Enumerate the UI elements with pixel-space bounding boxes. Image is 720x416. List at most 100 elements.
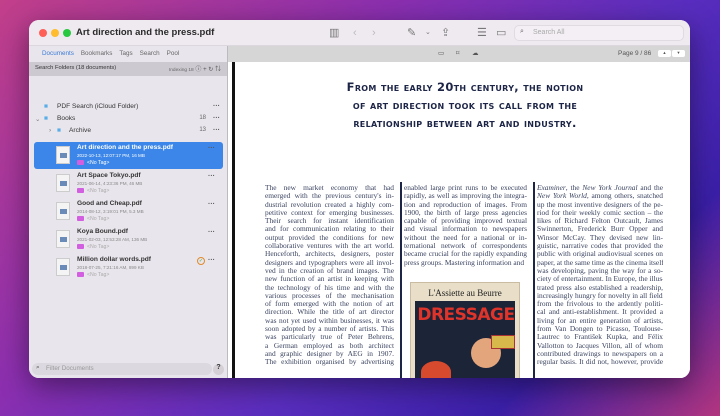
- text-line: up the most inventive designers of the p…: [537, 200, 663, 209]
- text-line: contributed drawings to newspapers on a: [537, 349, 663, 358]
- text-line: rapidly, as well as improving the integr…: [404, 192, 527, 201]
- close-button[interactable]: [39, 29, 47, 37]
- more-icon[interactable]: ···: [213, 115, 220, 122]
- text-column-2: enabled large print runs to be executed r…: [404, 184, 527, 267]
- more-icon[interactable]: ···: [208, 145, 215, 152]
- text-line: soon adopted by a number of artists. Thi…: [265, 325, 394, 334]
- sidebar-tabs: Documents Bookmarks Tags Search Pool: [29, 46, 227, 62]
- tab-pool[interactable]: Pool: [167, 50, 180, 62]
- folder-icon: ■: [57, 127, 61, 134]
- tag-icon: [77, 216, 84, 222]
- text-column-1: The new market economy that had emerged w…: [265, 184, 394, 367]
- text-line: increasingly hungry for novelty in all f…: [537, 291, 663, 300]
- text-line: guistic, narrative codes that provided t…: [537, 242, 663, 251]
- search-folders-bar: Search Folders (18 documents) Indexing 1…: [29, 62, 227, 76]
- document-list-item[interactable]: Good and Cheap.pdf 2014-08-12, 3:19:01 P…: [34, 198, 223, 225]
- text-line: was developing, paving the way for a so-: [537, 266, 663, 275]
- text-line: The new market economy that had: [265, 184, 394, 192]
- tree-item-label: Archive: [69, 127, 91, 134]
- page-indicator: Page 9 / 86: [618, 50, 652, 57]
- text-line: collaborative ventures with the art worl…: [265, 242, 394, 251]
- text-line: Examiner, the New York Journal and the: [537, 184, 663, 192]
- folder-icon[interactable]: ▭: [438, 49, 444, 57]
- text-line: from Van Dongen to Picasso, Toulouse-: [537, 325, 663, 334]
- zoom-button[interactable]: [63, 29, 71, 37]
- text-line: and graphic designer by AEG in 1907.: [265, 349, 394, 358]
- app-window: Art direction and the press.pdf ▥ ‹ › ✎ …: [29, 20, 690, 378]
- tag-label: <No Tag>: [87, 244, 110, 250]
- sidebar-toggle-icon[interactable]: ▥: [329, 26, 339, 40]
- cloud-icon[interactable]: ☁: [472, 49, 479, 57]
- share-icon[interactable]: ⇪: [441, 26, 450, 40]
- text-line: 1900, the birth of large press agencies: [404, 208, 527, 217]
- column-rule: [533, 182, 535, 378]
- more-icon[interactable]: ···: [208, 201, 215, 208]
- chevron-right-icon[interactable]: ›: [49, 127, 51, 134]
- search-all-input[interactable]: ⌕ Search All: [514, 25, 684, 41]
- text-line: a German employed as both architect: [265, 341, 394, 350]
- refresh-icon[interactable]: ↻: [208, 67, 213, 73]
- forward-icon[interactable]: ›: [372, 26, 376, 40]
- single-page-icon[interactable]: ▭: [496, 26, 506, 40]
- text-line: petitive context for emerging businesses…: [265, 208, 394, 217]
- page-down-button[interactable]: ▼: [672, 50, 685, 57]
- pdf-thumbnail: [56, 230, 70, 248]
- pdf-thumbnail: [56, 146, 70, 164]
- tag-icon: [77, 188, 84, 194]
- add-icon[interactable]: +: [203, 67, 207, 73]
- page-up-button[interactable]: ▲: [658, 50, 671, 57]
- heading-line: From the early 20th century, the notion: [346, 80, 584, 94]
- poster-title: DRESSAGE: [417, 305, 515, 325]
- document-list-item[interactable]: Art direction and the press.pdf 2022-10-…: [34, 142, 223, 169]
- text-line: new function of an artist in keeping wit…: [265, 275, 394, 284]
- pdf-page: From the early 20th century, the notion …: [232, 62, 686, 378]
- text-line: Swinnerton, Frederick Burr Opper and: [537, 225, 663, 234]
- tab-documents[interactable]: Documents: [42, 50, 74, 62]
- text-line: Lautrec to František Kupka, and Félix: [537, 333, 663, 342]
- sort-icon[interactable]: ⇅: [215, 67, 221, 73]
- filter-documents-input[interactable]: ⌕ Filter Documents: [32, 363, 212, 375]
- text-line: dustrial revolution created a highly com…: [265, 200, 394, 209]
- document-list-item[interactable]: Koya Bound.pdf 2021-02-03, 12:53:28 AM, …: [34, 226, 223, 253]
- chevron-down-icon[interactable]: ⌄: [35, 115, 41, 123]
- annotate-pen-icon[interactable]: ✎: [407, 26, 416, 40]
- text-line: Winsor McCay. They devised new lin-: [537, 233, 663, 242]
- sidebar: Documents Bookmarks Tags Search Pool Sea…: [29, 46, 228, 378]
- more-icon[interactable]: ···: [213, 103, 220, 110]
- help-button[interactable]: ?: [213, 364, 224, 375]
- document-tag: <No Tag>: [77, 216, 109, 222]
- text-line: Henceforth, architects, designers, poste…: [265, 250, 394, 259]
- tab-tags[interactable]: Tags: [119, 50, 132, 62]
- more-icon[interactable]: ···: [208, 257, 215, 264]
- tab-bookmarks[interactable]: Bookmarks: [81, 50, 113, 62]
- text-line: of form emerged with the notion of art: [265, 300, 394, 309]
- more-icon[interactable]: ···: [208, 173, 215, 180]
- text-line: and visual information to newspapers: [404, 225, 527, 234]
- text-line: capable of providing improved textual: [404, 217, 527, 226]
- text-line: likes of Richard Felton Outcault, James: [537, 217, 663, 226]
- more-icon[interactable]: ···: [213, 127, 220, 134]
- document-list-item[interactable]: Art Space Tokyo.pdf 2021-06-14, 4:23:36 …: [34, 170, 223, 197]
- search-placeholder: Search All: [533, 29, 565, 36]
- pdf-thumbnail: [56, 258, 70, 276]
- text-line: trated press also established a readersh…: [537, 283, 663, 292]
- more-icon[interactable]: ···: [208, 229, 215, 236]
- document-list-item[interactable]: Million dollar words.pdf 2018-07-25, 7:2…: [34, 254, 223, 281]
- indexing-status: Indexing 18: [168, 68, 194, 73]
- tab-search[interactable]: Search: [140, 50, 160, 62]
- folder-icon: ■: [44, 103, 48, 110]
- text-line: ciety of entertainment. In Europe, the i…: [537, 275, 663, 284]
- text-line: the technology of his time and with the: [265, 283, 394, 292]
- bookmark-icon[interactable]: ⌑: [456, 49, 459, 57]
- info-icon[interactable]: ⓘ: [195, 67, 201, 73]
- document-meta: 2018-07-25, 7:21:16 AM, 899 KB: [77, 265, 144, 270]
- text-line: paper, at the same time as the cinema it…: [537, 258, 663, 267]
- tag-label: <No Tag>: [87, 160, 110, 166]
- minimize-button[interactable]: [51, 29, 59, 37]
- text-line: became crucial for the rapidly expanding: [404, 250, 527, 259]
- chevron-down-icon[interactable]: ⌄: [425, 26, 431, 40]
- list-icon[interactable]: ☰: [477, 26, 487, 40]
- text-line: public with original audiovisual scenes …: [537, 250, 663, 259]
- tree-item-label: PDF Search (iCloud Folder): [57, 103, 139, 110]
- back-icon[interactable]: ‹: [353, 26, 357, 40]
